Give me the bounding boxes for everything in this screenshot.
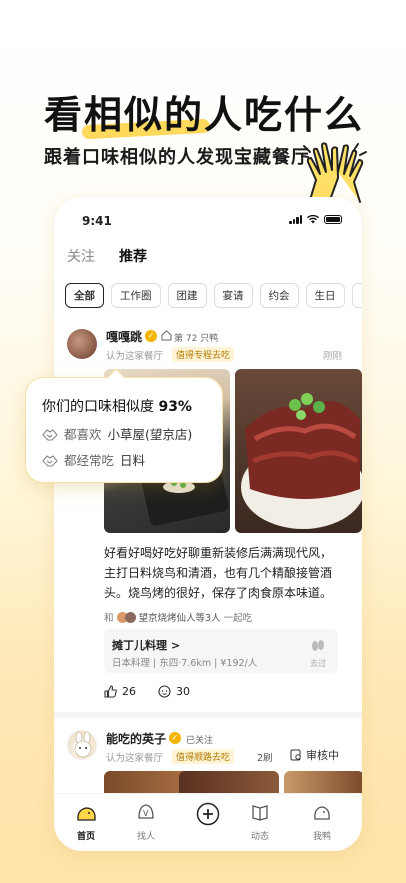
common-eat-row: 都经常吃 日料	[42, 450, 145, 469]
footprints-icon	[312, 640, 324, 651]
signal-icon	[289, 215, 302, 224]
restaurant-card[interactable]: 摊丁儿料理 > 日本料理 | 东四·7.6km | ¥192/人 去过	[104, 629, 338, 673]
find-people-icon: V	[138, 804, 154, 819]
common-like-value: 小草屋(望京店)	[107, 427, 193, 442]
phone-frame: 9:41 关注 推荐 全部 工作圈 团建 宴请 约会 生日 嘎嘎跳 ✓ 第 72…	[54, 197, 362, 851]
taste-similarity-card: 你们的口味相似度 93% 都喜欢 小草屋(望京店) 都经常吃 日料	[25, 368, 223, 483]
tab-home-label: 首页	[76, 832, 95, 842]
post-username[interactable]: 能吃的英子	[106, 730, 166, 747]
verified-badge-icon: ✓	[169, 732, 181, 744]
tab-profile-label: 我鸭	[312, 832, 331, 842]
post-username[interactable]: 嘎嘎跳	[106, 328, 142, 345]
similarity-percent: 93%	[158, 399, 192, 415]
post-body: 好看好喝好吃好聊重新装修后满满现代风，主打日料烧鸟和清酒，也有几个精酿接管酒头。…	[104, 546, 333, 600]
avatar[interactable]	[67, 329, 97, 359]
post-meta: 认为这家餐厅	[106, 351, 164, 362]
chip-all[interactable]: 全部	[65, 283, 104, 308]
handshake-icon	[42, 454, 58, 467]
wifi-icon	[307, 215, 319, 224]
high-five-hands-icon	[301, 142, 367, 203]
tab-find-people[interactable]: V 找人	[124, 802, 168, 842]
chip-more[interactable]	[351, 283, 362, 308]
tab-home[interactable]: 首页	[64, 802, 108, 842]
companions[interactable]: 和 望京烧烤仙人等3人 一起吃	[104, 610, 252, 624]
thumbs-up-icon	[104, 685, 117, 698]
avatar[interactable]	[67, 730, 97, 760]
like-button[interactable]: 26	[104, 685, 136, 698]
tab-recommended[interactable]: 推荐	[119, 246, 147, 270]
tab-profile[interactable]: 我鸭	[300, 802, 344, 842]
activity-icon	[252, 805, 268, 821]
bottom-tab-bar: 首页 V 找人 动态 我鸭	[54, 793, 362, 851]
feed-tabs: 关注 推荐	[67, 246, 147, 270]
visited-label: 去过	[310, 659, 326, 668]
recommend-tag: 值得顺路去吃	[172, 749, 235, 764]
hero-headline: 看相似的人吃什么	[44, 93, 365, 137]
home-duck-icon	[77, 807, 96, 821]
chip-birthday[interactable]: 生日	[305, 283, 345, 308]
recommend-tag: 值得专程去吃	[172, 347, 235, 362]
reactions: 26 30	[104, 685, 190, 698]
handshake-icon	[42, 428, 58, 441]
category-chips: 全部 工作圈 团建 宴请 约会 生日	[65, 283, 362, 308]
with-names: 望京烧烤仙人等3人	[138, 613, 221, 624]
battery-icon	[324, 215, 342, 224]
tab-following[interactable]: 关注	[67, 246, 95, 266]
food-photo-2[interactable]	[235, 369, 362, 533]
chip-banquet[interactable]: 宴请	[213, 283, 253, 308]
common-eat-value: 日料	[120, 453, 146, 468]
rank-icon	[161, 330, 172, 341]
review-status: 审核中	[290, 747, 339, 763]
tab-activity-label: 动态	[250, 832, 269, 842]
chip-work[interactable]: 工作圈	[111, 283, 161, 308]
restaurant-name: 摊丁儿料理 >	[112, 639, 181, 652]
comment-icon	[158, 685, 171, 698]
chip-date[interactable]: 约会	[259, 283, 299, 308]
common-like-row: 都喜欢 小草屋(望京店)	[42, 424, 192, 443]
hero-subline: 跟着口味相似的人发现宝藏餐厅	[44, 147, 310, 168]
comment-button[interactable]: 30	[158, 685, 190, 698]
follow-status[interactable]: 已关注	[186, 733, 213, 746]
post-rank: 第 72 只鸭	[174, 334, 219, 344]
tab-activity[interactable]: 动态	[238, 802, 282, 842]
svg-text:V: V	[143, 809, 149, 818]
tab-find-people-label: 找人	[136, 832, 155, 842]
like-count: 26	[122, 685, 136, 698]
common-like-label: 都喜欢	[64, 427, 102, 442]
tab-add[interactable]	[186, 802, 230, 833]
review-icon	[290, 749, 301, 761]
common-eat-label: 都经常吃	[64, 453, 115, 468]
review-label: 审核中	[306, 749, 339, 762]
visited-button[interactable]: 去过	[308, 637, 328, 669]
verified-badge-icon: ✓	[145, 330, 157, 342]
visit-count: 2刷	[257, 753, 273, 764]
with-suffix: 一起吃	[223, 613, 253, 624]
divider	[54, 712, 362, 718]
comment-count: 30	[176, 685, 190, 698]
with-prefix: 和	[104, 613, 114, 624]
similarity-label: 你们的口味相似度	[42, 399, 154, 415]
status-time: 9:41	[82, 214, 112, 228]
profile-duck-icon	[314, 806, 330, 820]
restaurant-info: 日本料理 | 东四·7.6km | ¥192/人	[112, 658, 258, 669]
companion-avatar	[124, 611, 136, 623]
post-meta: 认为这家餐厅	[106, 753, 164, 764]
status-bar: 9:41	[54, 197, 362, 241]
chip-team[interactable]: 团建	[167, 283, 207, 308]
similarity-title: 你们的口味相似度 93%	[42, 396, 192, 416]
post-time: 刚刚	[322, 351, 342, 362]
add-icon	[196, 802, 220, 826]
